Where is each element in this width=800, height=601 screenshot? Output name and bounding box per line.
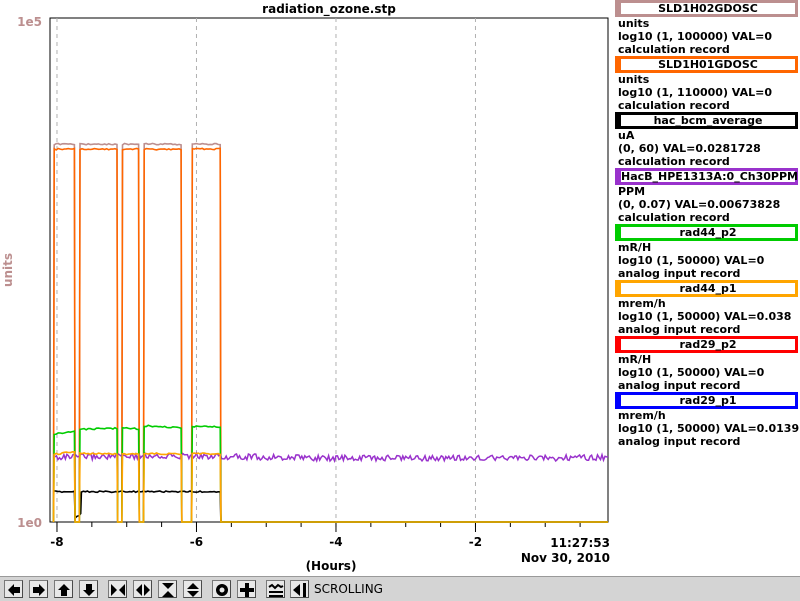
legend-record: calculation record [618, 211, 730, 224]
legend-unit: mrem/h [618, 409, 666, 422]
y-tick-label: 1e5 [17, 15, 42, 29]
zoom-y-out-button[interactable] [183, 580, 202, 598]
legend-series-name[interactable]: SLD1H02GDOSC [615, 0, 798, 17]
autoscale-button[interactable] [212, 580, 231, 598]
legend-entry[interactable]: rad44_p1 mrem/h log10 (1, 50000) VAL=0.038… [612, 280, 800, 336]
legend-unit: mR/H [618, 241, 652, 254]
legend-series-name[interactable]: rad29_p2 [615, 336, 798, 353]
zoom-x-out-button[interactable] [133, 580, 152, 598]
pan-left-button[interactable] [4, 580, 23, 598]
zoom-default-icon [240, 583, 254, 597]
zoom-y-in-button[interactable] [158, 580, 177, 598]
timestamp: 11:27:53 Nov 30, 2010 [520, 536, 610, 566]
legend-range: log10 (1, 110000) VAL=0 [618, 86, 772, 99]
legend-range: (0, 0.07) VAL=0.00673828 [618, 198, 781, 211]
legend-series-name[interactable]: rad44_p1 [615, 280, 798, 297]
return-button[interactable] [290, 580, 309, 598]
zoom-x-in-icon [111, 584, 125, 596]
legend-entry[interactable]: hac_bcm_average uA (0, 60) VAL=0.0281728 ca… [612, 112, 800, 168]
x-axis-unit: (Hours) [305, 559, 357, 573]
legend-unit: mrem/h [618, 297, 666, 310]
zoom-x-out-icon [136, 584, 150, 596]
legend-unit: uA [618, 129, 635, 142]
legend-range: (0, 60) VAL=0.0281728 [618, 142, 761, 155]
legend-record: calculation record [618, 155, 730, 168]
legend-record: analog input record [618, 379, 741, 392]
toolbar: SCROLLING [0, 576, 800, 601]
legend-entry[interactable]: HacB_HPE1313A:0_Ch30PPM PPM (0, 0.07) VAL=… [612, 168, 800, 224]
legend-series-name[interactable]: SLD1H01GDOSC [615, 56, 798, 73]
legend-entry[interactable]: SLD1H02GDOSC units log10 (1, 100000) VAL=0… [612, 0, 800, 56]
zoom-default-button[interactable] [237, 580, 256, 598]
legend-record: analog input record [618, 267, 741, 280]
return-icon [293, 583, 306, 597]
timestamp-time: 11:27:53 [550, 536, 610, 550]
legend-unit: PPM [618, 185, 646, 198]
y-axis-label: units [1, 253, 15, 287]
legend-range: log10 (1, 50000) VAL=0.038 [618, 310, 792, 323]
scroll-mode-button[interactable] [266, 580, 285, 598]
scroll-mode-icon [268, 583, 284, 597]
legend-entry[interactable]: rad29_p1 mrem/h log10 (1, 50000) VAL=0.013… [612, 392, 800, 448]
legend-record: calculation record [618, 99, 730, 112]
legend-entry[interactable]: SLD1H01GDOSC units log10 (1, 110000) VAL=0… [612, 56, 800, 112]
pan-down-button[interactable] [79, 580, 98, 598]
pan-right-button[interactable] [29, 580, 48, 598]
legend-range: log10 (1, 50000) VAL=0.0139 [618, 422, 800, 435]
timestamp-date: Nov 30, 2010 [520, 551, 610, 565]
zoom-y-in-icon [162, 583, 174, 597]
pan-up-icon [58, 584, 70, 596]
zoom-x-in-button[interactable] [108, 580, 127, 598]
legend-range: log10 (1, 100000) VAL=0 [618, 30, 772, 43]
legend-series-name[interactable]: rad44_p2 [615, 224, 798, 241]
pan-right-icon [33, 584, 45, 596]
legend-record: calculation record [618, 43, 730, 56]
legend-range: log10 (1, 50000) VAL=0 [618, 366, 765, 379]
legend-unit: units [618, 17, 650, 30]
pan-up-button[interactable] [54, 580, 73, 598]
scroll-mode-label: SCROLLING [314, 582, 383, 596]
x-tick-label: -4 [329, 535, 342, 549]
legend: SLD1H02GDOSC units log10 (1, 100000) VAL=0… [612, 0, 800, 448]
legend-unit: mR/H [618, 353, 652, 366]
legend-entry[interactable]: rad29_p2 mR/H log10 (1, 50000) VAL=0 analog… [612, 336, 800, 392]
pan-down-icon [83, 584, 95, 596]
legend-range: log10 (1, 50000) VAL=0 [618, 254, 765, 267]
legend-series-name[interactable]: hac_bcm_average [615, 112, 798, 129]
legend-series-name[interactable]: rad29_p1 [615, 392, 798, 409]
pan-left-icon [8, 584, 20, 596]
legend-entry[interactable]: rad44_p2 mR/H log10 (1, 50000) VAL=0 analog… [612, 224, 800, 280]
legend-record: analog input record [618, 435, 741, 448]
legend-record: analog input record [618, 323, 741, 336]
x-tick-label: -6 [190, 535, 203, 549]
y-tick-label: 1e0 [17, 516, 42, 530]
legend-unit: units [618, 73, 650, 86]
zoom-y-out-icon [187, 583, 199, 597]
autoscale-icon [216, 584, 228, 596]
x-tick-label: -2 [469, 535, 482, 549]
plot-frame [49, 17, 609, 523]
x-tick-label: -8 [50, 535, 63, 549]
plot-area[interactable]: -8 -6 -4 -2 1e5 1e0 units [0, 0, 612, 576]
legend-series-name[interactable]: HacB_HPE1313A:0_Ch30PPM [615, 168, 798, 185]
